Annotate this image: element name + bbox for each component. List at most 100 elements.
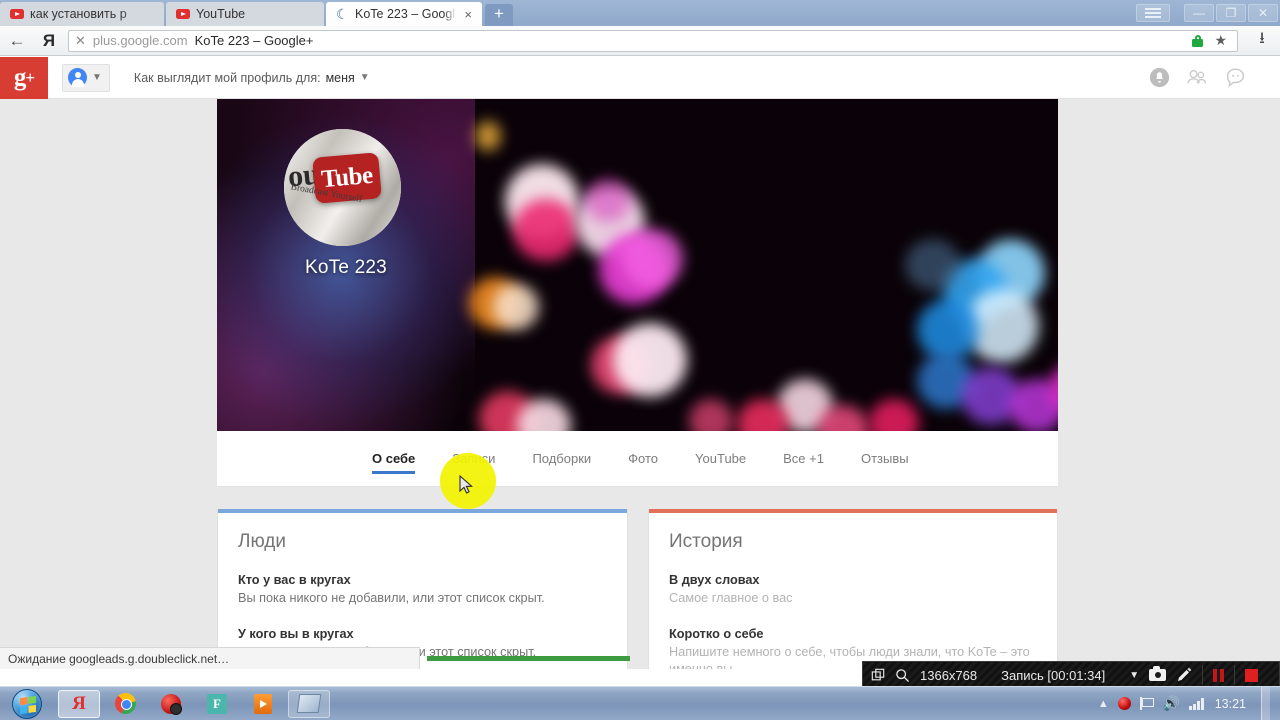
secure-lock-icon — [1192, 34, 1204, 47]
omnibox-host: plus.google.com — [92, 33, 188, 48]
taskbar-opera-browser[interactable] — [150, 690, 192, 718]
stop-icon[interactable] — [1245, 668, 1259, 682]
media-player-icon — [254, 693, 272, 714]
tab-collections[interactable]: Подборки — [532, 431, 591, 487]
network-icon[interactable] — [1189, 697, 1204, 710]
magnifier-icon[interactable] — [895, 668, 910, 683]
google-plus-logo-icon[interactable]: g + — [0, 57, 48, 99]
screen-recorder-toolbar: 1366x768 Запись [00:01:34] ▼ — [862, 661, 1280, 689]
foxit-icon: F — [207, 693, 227, 714]
account-avatar-icon — [68, 68, 87, 87]
toolbar-divider — [1202, 665, 1204, 685]
tab-plus-ones[interactable]: Все +1 — [783, 431, 824, 487]
taskbar-explorer-window[interactable] — [288, 689, 330, 718]
bookmark-star-icon[interactable]: ★ — [1214, 32, 1227, 49]
view-as-value: меня — [325, 70, 355, 85]
tab-close-icon[interactable]: × — [464, 7, 472, 22]
google-plus-header: g + ▼ Как выглядит мой профиль для: меня … — [0, 57, 1280, 99]
maximize-button[interactable]: ❐ — [1216, 4, 1246, 22]
tab-youtube[interactable]: YouTube — [695, 431, 746, 487]
block-heading: Коротко о себе — [669, 627, 764, 641]
card-accent-bar — [649, 509, 1057, 513]
omnibox-actions: ★ — [1192, 32, 1231, 49]
close-button[interactable]: ✕ — [1248, 4, 1278, 22]
action-center-flag-icon[interactable] — [1139, 697, 1154, 710]
tab-photos[interactable]: Фото — [628, 431, 658, 487]
notifications-bell-icon[interactable] — [1148, 67, 1170, 89]
card-accent-bar — [218, 509, 627, 513]
card-title: Люди — [238, 531, 287, 552]
tab-posts[interactable]: Записи — [452, 431, 495, 487]
address-bar: ← Я ✕ plus.google.com KoTe 223 – Google+… — [0, 26, 1280, 56]
block-heading: У кого вы в кругах — [238, 627, 354, 641]
card-story: История В двух словах Самое главное о ва… — [648, 509, 1058, 669]
page-progress-bar — [427, 656, 630, 661]
tab-strip: как установить р YouTube ☾ KoTe 223 – Go… — [0, 0, 1280, 26]
explorer-icon — [296, 694, 322, 713]
pause-icon[interactable] — [1213, 668, 1225, 682]
view-as-prefix: Как выглядит мой профиль для: — [133, 70, 321, 85]
browser-tab-1[interactable]: как установить р — [0, 2, 164, 26]
yandex-logo-icon[interactable]: Я — [34, 31, 64, 51]
tab-title: как установить р — [30, 7, 127, 21]
browser-window: как установить р YouTube ☾ KoTe 223 – Go… — [0, 0, 1280, 686]
card-block: Кто у вас в кругах Вы пока никого не доб… — [238, 573, 607, 607]
omnibox-page-title: KoTe 223 – Google+ — [194, 33, 314, 48]
browser-menu-button[interactable] — [1136, 4, 1170, 22]
taskbar-foxit-reader[interactable]: F — [196, 690, 238, 718]
toolbar-divider — [1234, 665, 1236, 685]
camera-icon[interactable] — [1149, 666, 1167, 681]
window-controls: — ❐ ✕ — [1136, 0, 1280, 26]
new-tab-button[interactable]: + — [485, 4, 513, 26]
omnibox[interactable]: ✕ plus.google.com KoTe 223 – Google+ ★ — [68, 29, 1238, 52]
page-viewport: g + ▼ Как выглядит мой профиль для: меня … — [0, 57, 1280, 669]
chevron-down-icon: ▼ — [359, 72, 370, 83]
profile-avatar[interactable]: ou Tube Broadcast Yourself — [284, 129, 401, 246]
tab-reviews[interactable]: Отзывы — [861, 431, 909, 487]
downloads-icon[interactable]: ⭳ — [1244, 27, 1280, 54]
recorder-status: Запись [00:01:34] — [1001, 667, 1106, 683]
opera-icon — [161, 693, 182, 715]
account-switcher[interactable]: ▼ — [62, 63, 110, 92]
chrome-icon — [114, 693, 136, 714]
stop-loading-icon[interactable]: ✕ — [75, 33, 86, 49]
status-text: Ожидание googleads.g.doubleclick.net… — [8, 651, 230, 666]
card-people: Люди Кто у вас в кругах Вы пока никого н… — [217, 509, 628, 669]
people-icon[interactable] — [1186, 67, 1208, 89]
system-tray: ▲ 🔊 13:21 — [1098, 686, 1280, 720]
browser-tab-3-active[interactable]: ☾ KoTe 223 – Googl × — [326, 2, 482, 26]
tab-about[interactable]: О себе — [372, 431, 416, 487]
header-icons — [1148, 67, 1280, 89]
chevron-down-icon[interactable]: ▼ — [1129, 670, 1139, 681]
taskbar-media-player[interactable] — [242, 690, 284, 718]
profile-name: KoTe 223 — [305, 257, 387, 278]
block-text: Вы пока никого не добавили, или этот спи… — [238, 591, 545, 605]
messages-icon[interactable] — [1224, 67, 1246, 89]
status-bubble: Ожидание googleads.g.doubleclick.net… — [0, 647, 420, 669]
windows-taskbar: Я F ▲ 🔊 13:21 — [0, 686, 1280, 720]
gplus-logo-plus: + — [25, 67, 35, 87]
tray-expand-icon[interactable]: ▲ — [1098, 698, 1109, 710]
taskbar-yandex-browser[interactable]: Я — [58, 689, 100, 718]
region-select-icon[interactable] — [871, 668, 885, 682]
profile-cover-photo[interactable]: ou Tube Broadcast Yourself KoTe 223 — [217, 99, 1058, 431]
minimize-button[interactable]: — — [1184, 4, 1214, 22]
start-button[interactable] — [0, 687, 54, 720]
block-text: Самое главное о вас — [669, 591, 793, 605]
taskbar-clock[interactable]: 13:21 — [1215, 697, 1246, 711]
recorder-resolution: 1366x768 — [920, 667, 978, 683]
card-title: История — [669, 531, 743, 552]
volume-icon[interactable]: 🔊 — [1163, 695, 1180, 712]
view-profile-as[interactable]: Как выглядит мой профиль для: меня ▼ — [134, 71, 370, 85]
tab-title: YouTube — [196, 7, 246, 21]
recording-dot-icon[interactable] — [1117, 697, 1131, 710]
browser-tab-2[interactable]: YouTube — [166, 2, 324, 26]
gplus-logo-g: g — [13, 63, 26, 91]
youtube-favicon-icon — [10, 9, 24, 19]
card-block: В двух словах Самое главное о вас — [669, 573, 1037, 607]
back-button[interactable]: ← — [0, 31, 34, 51]
show-desktop-button[interactable] — [1261, 686, 1270, 720]
taskbar-google-chrome[interactable] — [104, 690, 146, 718]
chevron-down-icon: ▼ — [92, 72, 102, 83]
pencil-icon[interactable] — [1176, 667, 1192, 683]
